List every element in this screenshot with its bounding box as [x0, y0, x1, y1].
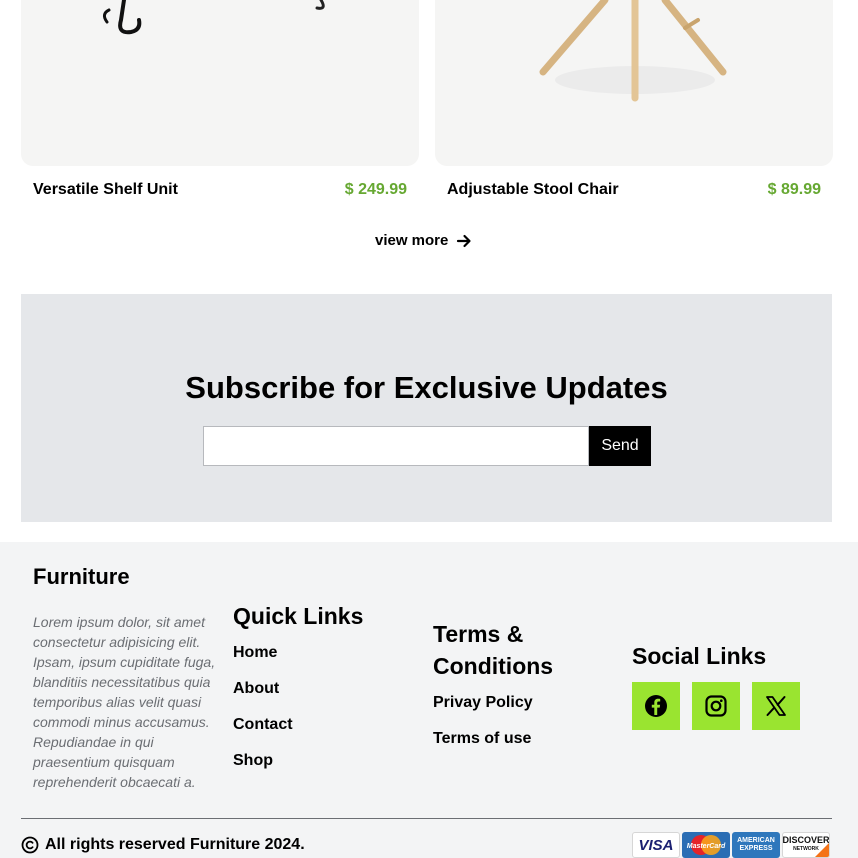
facebook-icon [645, 695, 667, 717]
discover-accent [815, 843, 829, 857]
product-image[interactable] [21, 0, 419, 166]
instagram-button[interactable] [692, 682, 740, 730]
footer-link-home[interactable]: Home [233, 642, 363, 664]
discover-logo: DISCOVER NETWORK [782, 832, 830, 858]
subscribe-section: Subscribe for Exclusive Updates Send [21, 294, 832, 522]
product-name[interactable]: Versatile Shelf Unit [33, 181, 178, 199]
copyright: All rights reserved Furniture 2024. [21, 836, 305, 854]
x-button[interactable] [752, 682, 800, 730]
product-image[interactable] [435, 0, 833, 166]
product-card[interactable]: Adjustable Stool Chair $ 89.99 [435, 0, 833, 199]
mastercard-logo: MasterCard [682, 832, 730, 858]
quick-links: Quick Links Home About Contact Shop [233, 600, 363, 772]
subscribe-form: Send [203, 426, 651, 466]
product-price: $ 249.99 [344, 181, 407, 198]
arrow-right-icon [457, 234, 471, 247]
product-card[interactable]: Versatile Shelf Unit $ 249.99 [21, 0, 419, 199]
product-price: $ 89.99 [767, 181, 821, 198]
stool-chair-illustration [539, 0, 727, 102]
terms-links: Terms & Conditions Privay Policy Terms o… [433, 618, 603, 750]
terms-title: Terms & Conditions [433, 621, 554, 679]
footer-link-contact[interactable]: Contact [233, 714, 363, 736]
svg-text:MasterCard: MasterCard [687, 843, 726, 850]
brand-name: Furniture [33, 564, 130, 589]
product-grid: Versatile Shelf Unit $ 249.99 Adjustable… [21, 0, 833, 210]
copyright-text: All rights reserved Furniture 2024. [45, 836, 305, 853]
copyright-icon [21, 836, 39, 854]
email-input[interactable] [203, 426, 589, 466]
facebook-button[interactable] [632, 682, 680, 730]
social-links: Social Links [632, 640, 800, 730]
instagram-icon [705, 695, 727, 717]
mastercard-circles: MasterCard [687, 835, 726, 855]
subscribe-title: Subscribe for Exclusive Updates [185, 370, 668, 405]
view-more-link[interactable]: view more [375, 232, 472, 249]
footer: Furniture Lorem ipsum dolor, sit amet co… [0, 542, 858, 858]
shelf-hooks-illustration [102, 0, 325, 35]
send-button[interactable]: Send [589, 426, 651, 466]
footer-brand: Furniture Lorem ipsum dolor, sit amet co… [33, 564, 223, 792]
x-icon [766, 696, 786, 716]
visa-logo: VISA [632, 832, 680, 858]
product-name[interactable]: Adjustable Stool Chair [447, 181, 619, 199]
quick-links-title: Quick Links [233, 603, 364, 629]
footer-link-privacy[interactable]: Privay Policy [433, 692, 603, 714]
footer-link-shop[interactable]: Shop [233, 750, 363, 772]
footer-link-about[interactable]: About [233, 678, 363, 700]
amex-logo: AMERICAN EXPRESS [732, 832, 780, 858]
footer-link-terms[interactable]: Terms of use [433, 728, 603, 750]
view-more-label: view more [375, 232, 449, 249]
footer-divider [21, 818, 832, 819]
brand-description: Lorem ipsum dolor, sit amet consectetur … [33, 614, 216, 790]
payment-methods: VISA MasterCard AMERICAN EXPRESS DISCOVE… [632, 832, 830, 858]
social-title: Social Links [632, 643, 767, 669]
